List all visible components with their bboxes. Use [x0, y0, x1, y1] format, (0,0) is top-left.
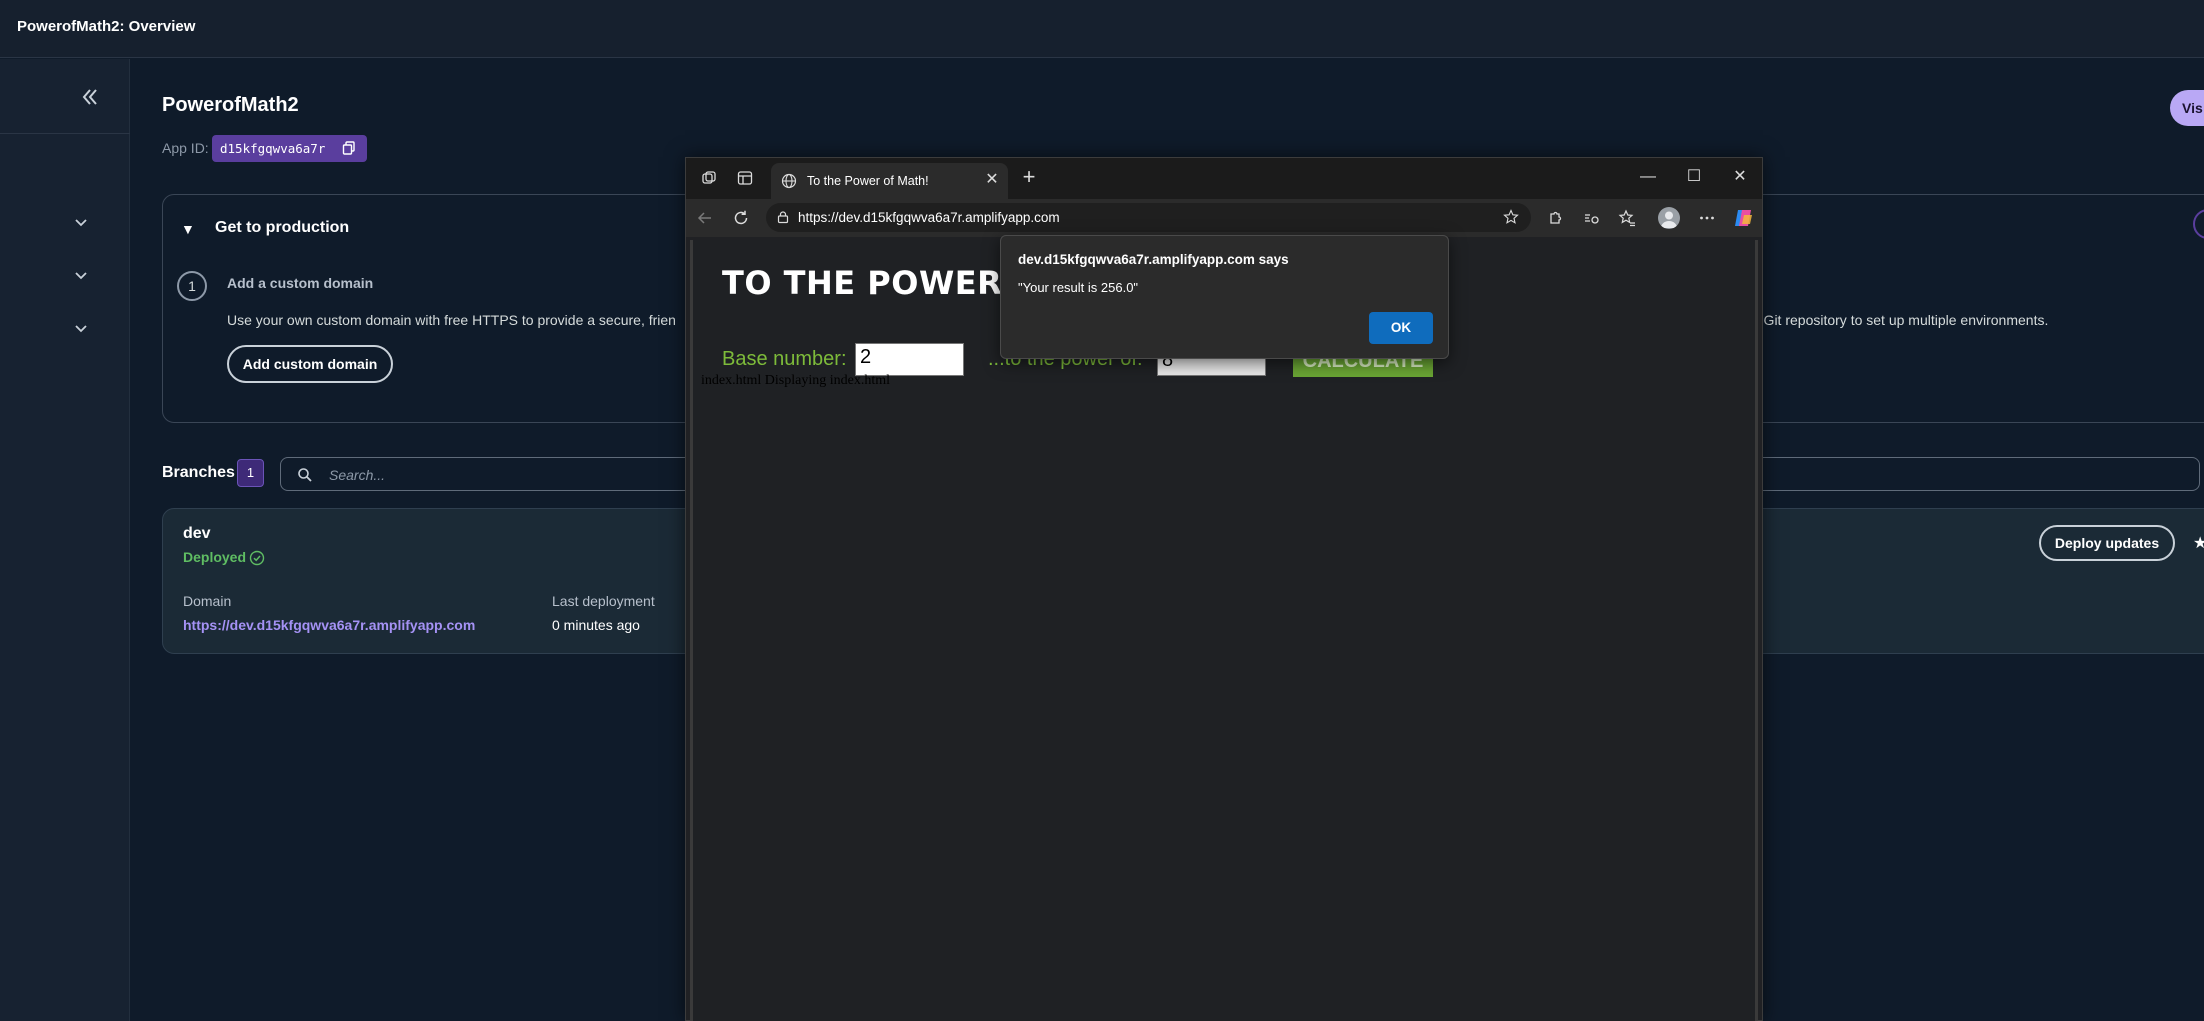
tab-actions-icon[interactable]: [736, 169, 754, 187]
add-custom-domain-button[interactable]: Add custom domain: [227, 345, 393, 383]
base-number-label: Base number:: [722, 348, 847, 370]
tab-power-of-math[interactable]: To the Power of Math! ✕: [771, 163, 1008, 199]
domain-link[interactable]: https://dev.d15kfgqwva6a7r.amplifyapp.co…: [183, 617, 475, 633]
step-description-tail: r Git repository to set up multiple envi…: [1755, 312, 2049, 328]
deploy-updates-button[interactable]: Deploy updates: [2039, 525, 2175, 561]
browser-nav-bar: https://dev.d15kfgqwva6a7r.amplifyapp.co…: [686, 199, 1762, 237]
step-indicator: [2193, 209, 2204, 239]
chevron-down-icon[interactable]: [72, 213, 90, 231]
sidebar: [0, 59, 130, 1021]
branch-name[interactable]: dev: [183, 525, 211, 543]
url-text: https://dev.d15kfgqwva6a7r.amplifyapp.co…: [798, 210, 1060, 225]
extensions-icon[interactable]: [1546, 209, 1564, 227]
production-title[interactable]: Get to production: [215, 219, 349, 237]
branches-count-badge: 1: [237, 459, 264, 487]
alert-dialog: dev.d15kfgqwva6a7r.amplifyapp.com says "…: [1000, 235, 1449, 359]
caret-down-icon[interactable]: ▼: [181, 221, 195, 237]
minimize-icon[interactable]: —: [1636, 165, 1660, 189]
ok-button[interactable]: OK: [1369, 312, 1433, 344]
check-circle-icon: [249, 550, 265, 566]
collapse-sidebar-icon[interactable]: [76, 83, 104, 111]
domain-label: Domain: [183, 593, 232, 609]
close-tab-icon[interactable]: ✕: [983, 171, 1001, 189]
new-tab-icon[interactable]: +: [1019, 166, 1039, 188]
tab-title: To the Power of Math!: [807, 174, 929, 188]
last-deployment-value: 0 minutes ago: [552, 617, 640, 633]
page-title: PowerofMath2: Overview: [17, 18, 196, 35]
step-number: 1: [177, 271, 207, 301]
address-bar[interactable]: https://dev.d15kfgqwva6a7r.amplifyapp.co…: [766, 203, 1531, 232]
favorites-icon[interactable]: [1618, 209, 1636, 227]
alert-message: "Your result is 256.0": [1018, 280, 1139, 295]
browser-tab-bar: To the Power of Math! ✕ + — ☐ ✕: [686, 158, 1762, 199]
refresh-icon[interactable]: [732, 209, 750, 227]
sidebar-divider: [0, 133, 130, 134]
star-icon: ★: [2193, 535, 2204, 552]
status-badge: Deployed: [183, 549, 247, 565]
close-window-icon[interactable]: ✕: [1728, 165, 1752, 189]
last-deployment-label: Last deployment: [552, 593, 655, 609]
avatar[interactable]: [1658, 207, 1680, 229]
copilot-icon[interactable]: [1732, 207, 1754, 229]
copy-icon[interactable]: [341, 140, 357, 156]
alert-title: dev.d15kfgqwva6a7r.amplifyapp.com says: [1018, 252, 1289, 267]
read-aloud-icon[interactable]: [1582, 209, 1600, 227]
more-menu-icon[interactable]: [1698, 209, 1716, 227]
app-name: PowerofMath2: [162, 94, 299, 116]
workspaces-icon[interactable]: [700, 169, 718, 187]
back-icon[interactable]: [696, 209, 714, 227]
visit-deployed-url-button[interactable]: Vis: [2170, 90, 2204, 126]
chevron-down-icon[interactable]: [72, 319, 90, 337]
favorite-star-icon[interactable]: [1503, 209, 1519, 225]
chevron-down-icon[interactable]: [72, 266, 90, 284]
lock-icon[interactable]: [776, 210, 790, 224]
step-title: Add a custom domain: [227, 275, 374, 291]
app-id-badge: d15kfgqwva6a7r: [212, 135, 367, 162]
app-id-label: App ID:: [162, 140, 209, 156]
top-bar: PowerofMath2: Overview: [0, 0, 2204, 58]
base-number-input[interactable]: 2: [855, 343, 964, 376]
page-footer-text: index.html Displaying index.html: [701, 373, 890, 388]
search-icon: [297, 467, 313, 483]
search-placeholder: Search...: [329, 467, 386, 483]
globe-icon: [781, 173, 797, 189]
branches-heading: Branches: [162, 464, 235, 481]
step-description: Use your own custom domain with free HTT…: [227, 312, 676, 328]
maximize-icon[interactable]: ☐: [1682, 165, 1706, 189]
app-id-value: d15kfgqwva6a7r: [220, 141, 326, 156]
